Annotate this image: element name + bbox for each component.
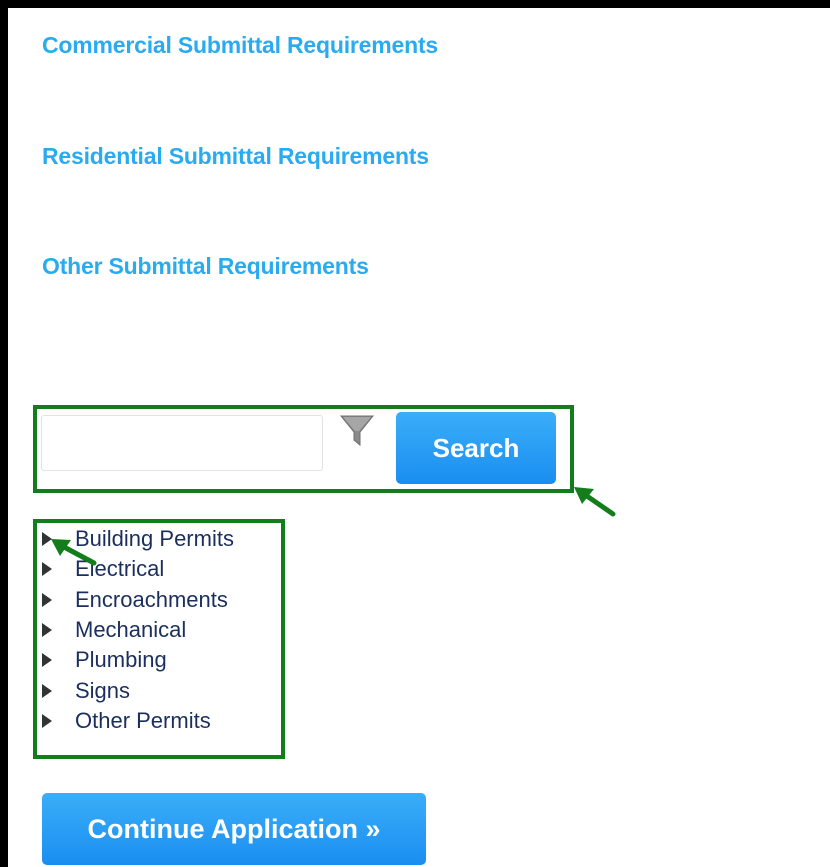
green-arrow-icon [48,535,98,574]
tree-item-label: Signs [75,677,131,703]
tree-item-label: Other Permits [75,707,211,733]
tree-item-plumbing[interactable]: Plumbing [42,645,234,675]
residential-requirements-link[interactable]: Residential Submittal Requirements [42,143,429,170]
filter-icon[interactable] [339,414,375,450]
tree-item-encroachments[interactable]: Encroachments [42,585,234,615]
tree-item-label: Encroachments [75,586,228,612]
triangle-right-icon[interactable] [42,623,52,638]
page: Commercial Submittal Requirements Reside… [0,0,830,867]
search-button[interactable]: Search [396,412,556,484]
tree-item-signs[interactable]: Signs [42,675,234,705]
frame-border-left [0,0,8,867]
triangle-right-icon[interactable] [42,653,52,668]
search-input[interactable] [41,415,323,471]
tree-item-label: Plumbing [75,647,167,673]
tree-item-label: Mechanical [75,617,187,643]
continue-application-button[interactable]: Continue Application » [42,793,426,865]
frame-border-top [0,0,830,8]
triangle-right-icon[interactable] [42,713,52,728]
commercial-requirements-link[interactable]: Commercial Submittal Requirements [42,32,438,59]
tree-item-other-permits[interactable]: Other Permits [42,706,234,736]
tree-item-mechanical[interactable]: Mechanical [42,615,234,645]
triangle-right-icon[interactable] [42,592,52,607]
tree-item-label: Building Permits [75,526,234,552]
green-arrow-icon [570,484,616,523]
other-requirements-link[interactable]: Other Submittal Requirements [42,253,369,280]
triangle-right-icon[interactable] [42,683,52,698]
